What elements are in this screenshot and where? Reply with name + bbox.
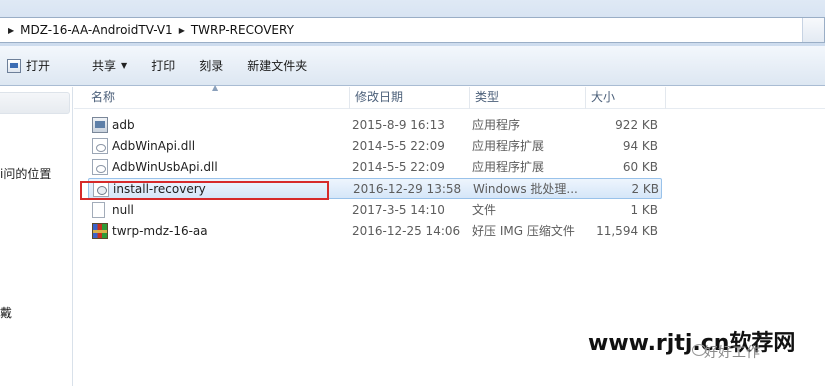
file-date: 2016-12-29 13:58 — [353, 182, 462, 196]
file-date: 2014-5-5 22:09 — [352, 160, 445, 174]
watermark-subtext: 好好工作 — [704, 345, 760, 361]
file-row[interactable]: AdbWinApi.dll 2014-5-5 22:09 应用程序扩展 94 K… — [88, 136, 662, 157]
file-name: twrp-mdz-16-aa — [112, 224, 208, 238]
burn-button[interactable]: 刻录 — [192, 54, 230, 78]
archive-icon — [92, 223, 108, 239]
file-type: Windows 批处理... — [473, 182, 578, 196]
file-type: 好压 IMG 压缩文件 — [472, 224, 575, 238]
open-button[interactable]: 打开 — [0, 54, 57, 78]
open-label: 打开 — [26, 59, 51, 73]
address-dropdown-button[interactable] — [802, 18, 824, 42]
file-name: adb — [112, 118, 135, 132]
file-name: null — [112, 203, 134, 217]
print-label: 打印 — [151, 59, 176, 73]
file-date: 2016-12-25 14:06 — [352, 224, 461, 238]
print-button[interactable]: 打印 — [144, 54, 182, 78]
file-size: 60 KB — [622, 160, 658, 174]
column-header-row: ▲ 名称 修改日期 类型 大小 — [74, 83, 825, 109]
exe-icon — [92, 117, 108, 133]
new-folder-button[interactable]: 新建文件夹 — [240, 54, 314, 78]
file-size: 94 KB — [622, 139, 658, 153]
address-bar-area: ▶ MDZ-16-AA-AndroidTV-V1 ▶ TWRP-RECOVERY — [0, 0, 825, 46]
address-field[interactable]: ▶ MDZ-16-AA-AndroidTV-V1 ▶ TWRP-RECOVERY — [0, 17, 825, 43]
batch-file-icon — [93, 181, 109, 197]
breadcrumb-item[interactable]: MDZ-16-AA-AndroidTV-V1 — [20, 23, 173, 37]
file-name: install-recovery — [113, 182, 206, 196]
new-folder-label: 新建文件夹 — [247, 59, 308, 73]
column-header-date[interactable]: 修改日期 — [350, 87, 470, 109]
file-type: 文件 — [472, 203, 497, 217]
dll-icon — [92, 138, 108, 154]
navigation-pane: i问的位置 戴 — [0, 87, 73, 386]
file-type: 应用程序扩展 — [472, 139, 545, 153]
file-size: 922 KB — [615, 118, 658, 132]
burn-label: 刻录 — [199, 59, 224, 73]
nav-item-recent-places[interactable]: i问的位置 — [0, 165, 51, 182]
dll-icon — [92, 159, 108, 175]
file-size: 1 KB — [630, 203, 658, 217]
file-list: adb 2015-8-9 16:13 应用程序 922 KB AdbWinApi… — [74, 115, 825, 255]
command-toolbar: 打开 共享 ▼ 打印 刻录 新建文件夹 — [0, 46, 825, 86]
nav-item-selected[interactable] — [0, 92, 70, 114]
share-button[interactable]: 共享 ▼ — [85, 54, 134, 78]
file-type: 应用程序 — [472, 118, 521, 132]
column-header-type[interactable]: 类型 — [470, 87, 586, 109]
column-header-name[interactable]: 名称 — [86, 87, 350, 109]
file-row[interactable]: adb 2015-8-9 16:13 应用程序 922 KB — [88, 115, 662, 136]
file-row-selected[interactable]: install-recovery 2016-12-29 13:58 Window… — [88, 178, 662, 199]
nav-item-downloads[interactable]: 戴 — [0, 304, 12, 321]
file-date: 2015-8-9 16:13 — [352, 118, 445, 132]
file-date: 2014-5-5 22:09 — [352, 139, 445, 153]
file-date: 2017-3-5 14:10 — [352, 203, 445, 217]
file-name: AdbWinApi.dll — [112, 139, 196, 153]
file-row[interactable]: null 2017-3-5 14:10 文件 1 KB — [88, 200, 662, 221]
share-label: 共享 — [92, 59, 117, 73]
file-row[interactable]: AdbWinUsbApi.dll 2014-5-5 22:09 应用程序扩展 6… — [88, 157, 662, 178]
breadcrumb-item[interactable]: TWRP-RECOVERY — [191, 23, 294, 37]
file-size: 2 KB — [631, 182, 659, 196]
file-row[interactable]: twrp-mdz-16-aa 2016-12-25 14:06 好压 IMG 压… — [88, 221, 662, 242]
column-header-size[interactable]: 大小 — [586, 87, 666, 109]
file-size: 11,594 KB — [596, 224, 658, 238]
breadcrumb-chevron-icon[interactable]: ▶ — [8, 26, 14, 35]
open-window-icon — [7, 58, 21, 73]
file-name: AdbWinUsbApi.dll — [112, 160, 218, 174]
breadcrumb-chevron-icon[interactable]: ▶ — [179, 26, 185, 35]
file-type: 应用程序扩展 — [472, 160, 545, 174]
file-icon — [92, 202, 105, 218]
chevron-down-icon: ▼ — [121, 61, 128, 70]
